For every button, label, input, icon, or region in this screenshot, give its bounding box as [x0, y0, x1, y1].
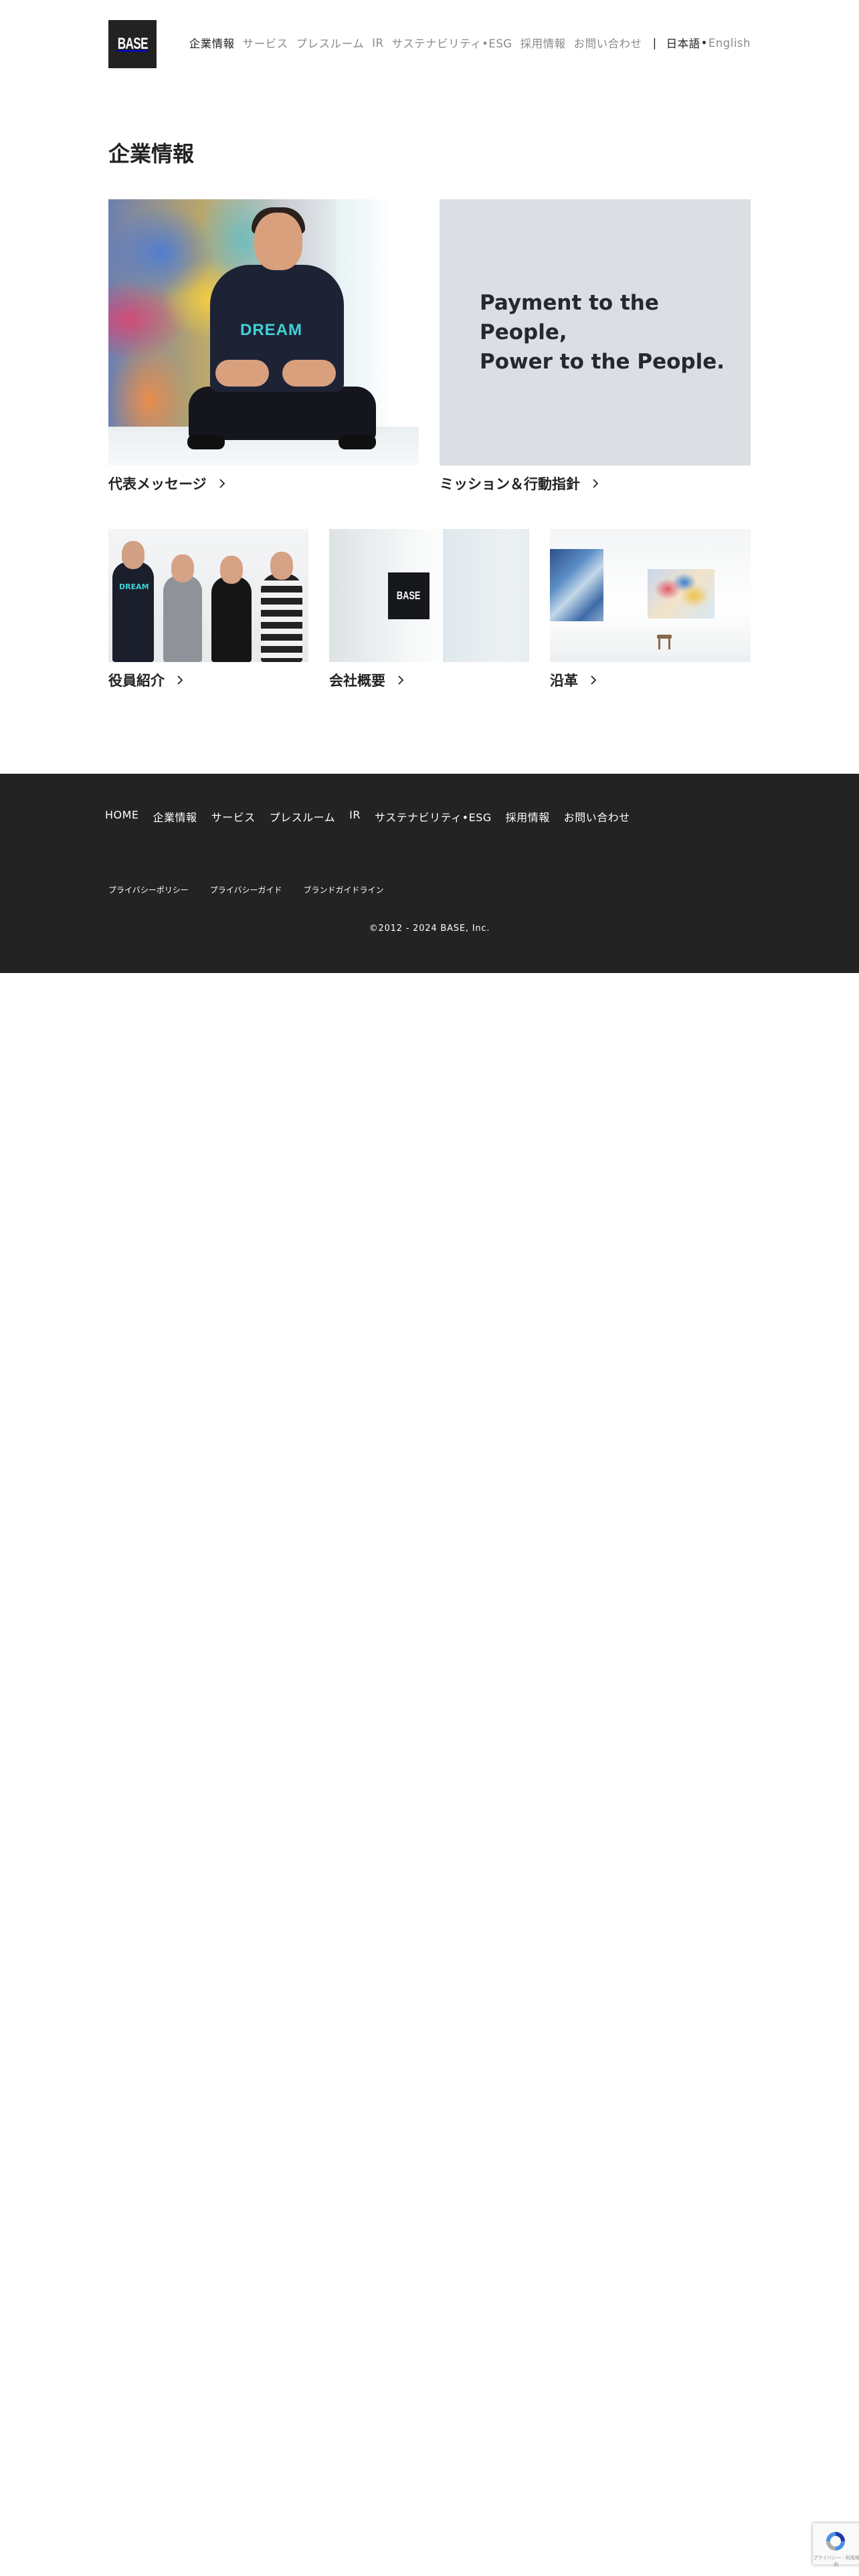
card-label: 役員紹介	[108, 670, 308, 690]
chevron-right-icon	[591, 675, 597, 685]
mission-slogan: Payment to the People, Power to the Peop…	[480, 288, 751, 377]
chevron-right-icon	[398, 675, 404, 685]
card-representative-message[interactable]: DREAM 代表メッセージ	[108, 199, 419, 494]
card-label: 会社概要	[329, 670, 529, 690]
card-label-text: 役員紹介	[108, 673, 165, 689]
copyright: ©2012 - 2024 BASE, Inc.	[369, 924, 490, 934]
footer-nav-ir[interactable]: IR	[349, 809, 361, 825]
site-footer: HOME 企業情報 サービス プレスルーム IR サステナビリティ•ESG 採用…	[0, 774, 859, 973]
lang-english[interactable]: English	[708, 37, 751, 49]
site-header: BASE 企業情報 サービス プレスルーム IR サステナビリティ•ESG 採用…	[0, 0, 859, 90]
base-logo[interactable]: BASE	[108, 20, 157, 68]
card-label: 代表メッセージ	[108, 473, 419, 494]
privacy-guide-link[interactable]: プライバシーガイド	[210, 884, 282, 895]
chevron-right-icon	[219, 479, 225, 488]
nav-item-sustainability[interactable]: サステナビリティ•ESG	[392, 35, 512, 51]
card-company-overview[interactable]: BASE 会社概要	[329, 529, 529, 690]
footer-legal-links: プライバシーポリシー プライバシーガイド ブランドガイドライン	[108, 884, 405, 895]
card-mission[interactable]: Payment to the People, Power to the Peop…	[440, 199, 751, 494]
lang-japanese[interactable]: 日本語	[666, 35, 700, 51]
nav-item-pressroom[interactable]: プレスルーム	[296, 35, 365, 51]
card-label-text: 代表メッセージ	[108, 476, 207, 492]
nav-item-service[interactable]: サービス	[243, 35, 288, 51]
nav-separator: |	[652, 36, 657, 49]
office-photo: BASE	[329, 529, 529, 662]
chevron-right-icon	[177, 675, 183, 685]
logo-text: BASE	[117, 35, 148, 53]
footer-nav-home[interactable]: HOME	[105, 809, 139, 825]
card-history[interactable]: 沿革	[550, 529, 751, 690]
global-nav: 企業情報 サービス プレスルーム IR サステナビリティ•ESG 採用情報 お問…	[189, 35, 751, 51]
nav-item-company[interactable]: 企業情報	[189, 35, 235, 51]
nav-item-contact[interactable]: お問い合わせ	[574, 35, 642, 51]
page-title: 企業情報	[108, 141, 195, 167]
office-sign-text: BASE	[397, 589, 421, 602]
footer-nav: HOME 企業情報 サービス プレスルーム IR サステナビリティ•ESG 採用…	[105, 809, 644, 825]
lang-dot: •	[700, 36, 708, 49]
mission-slogan-line1: Payment to the People,	[480, 291, 659, 344]
nav-item-recruit[interactable]: 採用情報	[520, 35, 566, 51]
brand-guideline-link[interactable]: ブランドガイドライン	[304, 884, 384, 895]
card-label: 沿革	[550, 670, 751, 690]
gallery-photo	[550, 529, 751, 662]
recaptcha-icon	[826, 2532, 845, 2551]
card-officers[interactable]: DREAM 役員紹介	[108, 529, 308, 690]
footer-nav-recruit[interactable]: 採用情報	[506, 809, 550, 825]
chevron-right-icon	[593, 479, 599, 488]
footer-nav-company[interactable]: 企業情報	[153, 809, 197, 825]
representative-photo: DREAM	[108, 199, 419, 465]
office-sign: BASE	[388, 572, 430, 619]
card-label-text: 会社概要	[329, 673, 385, 689]
footer-nav-contact[interactable]: お問い合わせ	[564, 809, 630, 825]
privacy-policy-link[interactable]: プライバシーポリシー	[108, 884, 189, 895]
footer-nav-pressroom[interactable]: プレスルーム	[270, 809, 336, 825]
footer-nav-service[interactable]: サービス	[211, 809, 256, 825]
recaptcha-text: プライバシー - 利用規約	[813, 2555, 859, 2567]
card-label: ミッション＆行動指針	[440, 473, 751, 494]
footer-nav-sustainability[interactable]: サステナビリティ•ESG	[375, 809, 492, 825]
card-label-text: 沿革	[550, 673, 578, 689]
nav-item-ir[interactable]: IR	[372, 37, 383, 49]
mission-slogan-line2: Power to the People.	[480, 350, 725, 374]
card-label-text: ミッション＆行動指針	[440, 476, 580, 492]
mission-graphic: Payment to the People, Power to the Peop…	[440, 199, 751, 465]
officers-photo: DREAM	[108, 529, 308, 662]
recaptcha-badge[interactable]: プライバシー - 利用規約	[812, 2523, 859, 2567]
